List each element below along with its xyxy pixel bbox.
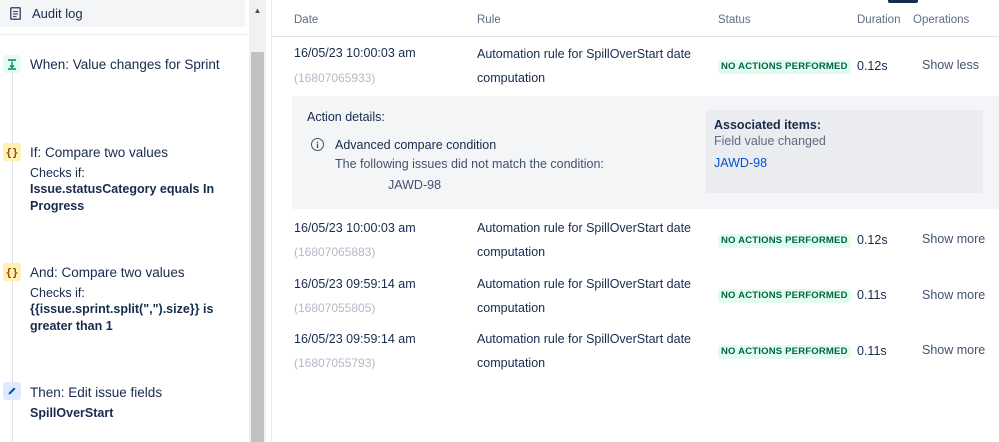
row-rule: Automation rule for SpillOverStart date … bbox=[477, 332, 691, 370]
action-title: Then: Edit issue fields bbox=[30, 385, 163, 400]
row-duration: 0.12s bbox=[857, 59, 888, 73]
header-status: Status bbox=[718, 14, 751, 26]
trigger-component[interactable]: When: Value changes for Sprint bbox=[0, 52, 247, 100]
scrollbar-thumb[interactable] bbox=[251, 52, 264, 442]
condition-1-title: If: Compare two values bbox=[30, 145, 169, 160]
condition-2-title: And: Compare two values bbox=[30, 265, 185, 280]
condition-name: Advanced compare condition bbox=[335, 138, 497, 152]
row-date: 16/05/23 09:59:14 am bbox=[294, 332, 416, 346]
row-date: 16/05/23 10:00:03 am bbox=[294, 221, 416, 235]
status-badge: NO ACTIONS PERFORMED bbox=[718, 234, 851, 248]
row-rule: Automation rule for SpillOverStart date … bbox=[477, 277, 691, 315]
audit-log-item[interactable]: Audit log bbox=[0, 0, 245, 27]
row-rule: Automation rule for SpillOverStart date … bbox=[477, 221, 691, 259]
row-id: (16807065883) bbox=[294, 245, 376, 259]
document-icon bbox=[8, 6, 22, 22]
condition-2-checks-label: Checks if: bbox=[30, 286, 85, 300]
action-details-title: Action details: bbox=[307, 110, 385, 124]
header-duration: Duration bbox=[857, 14, 901, 26]
rule-components-sidebar: Audit log When: Value changes for Sprint… bbox=[0, 0, 247, 442]
show-more-button[interactable]: Show more bbox=[922, 232, 985, 246]
condition-message: The following issues did not match the c… bbox=[335, 157, 604, 171]
action-component[interactable]: Then: Edit issue fields SpillOverStart bbox=[0, 380, 247, 430]
scroll-up-arrow-icon[interactable]: ▲ bbox=[249, 2, 266, 18]
audit-log-label: Audit log bbox=[32, 6, 83, 21]
row-duration: 0.12s bbox=[857, 233, 888, 247]
row-date: 16/05/23 10:00:03 am bbox=[294, 46, 416, 60]
info-icon: i bbox=[311, 138, 324, 151]
show-more-button[interactable]: Show more bbox=[922, 288, 985, 302]
condition-1-expression: Issue.statusCategory equals In Progress bbox=[30, 182, 215, 213]
row-date: 16/05/23 09:59:14 am bbox=[294, 277, 416, 291]
associated-items-box: Associated items: Field value changed JA… bbox=[706, 110, 983, 193]
unmatched-issue-key: JAWD-98 bbox=[388, 178, 442, 192]
condition-2-expression: {{issue.sprint.split(",").size}} is grea… bbox=[30, 302, 214, 333]
show-less-button[interactable]: Show less bbox=[922, 58, 979, 72]
sidebar-scrollbar[interactable]: ▲ bbox=[249, 0, 266, 442]
condition-component-1[interactable]: {} If: Compare two values Checks if: Iss… bbox=[0, 140, 247, 220]
row-duration: 0.11s bbox=[857, 344, 887, 358]
condition-1-checks-label: Checks if: bbox=[30, 166, 85, 180]
action-field: SpillOverStart bbox=[30, 406, 114, 420]
row-id: (16807055805) bbox=[294, 301, 376, 315]
header-operations: Operations bbox=[913, 14, 970, 26]
header-divider bbox=[272, 36, 999, 37]
header-rule: Rule bbox=[477, 14, 501, 26]
audit-log-table: Date Rule Status Duration Operations 16/… bbox=[272, 0, 999, 442]
status-badge: NO ACTIONS PERFORMED bbox=[718, 345, 851, 359]
associated-items-subtitle: Field value changed bbox=[714, 134, 826, 148]
status-badge: NO ACTIONS PERFORMED bbox=[718, 289, 851, 303]
condition-component-2[interactable]: {} And: Compare two values Checks if: {{… bbox=[0, 260, 247, 340]
associated-issue-link[interactable]: JAWD-98 bbox=[714, 156, 767, 170]
row-duration: 0.11s bbox=[857, 288, 887, 302]
braces-icon: {} bbox=[3, 263, 21, 281]
braces-icon: {} bbox=[3, 143, 21, 161]
row-id: (16807055793) bbox=[294, 356, 376, 370]
action-details-panel: Action details: i Advanced compare condi… bbox=[292, 96, 999, 209]
show-more-button[interactable]: Show more bbox=[922, 343, 985, 357]
associated-items-title: Associated items: bbox=[714, 118, 821, 132]
tab-indicator bbox=[888, 0, 918, 3]
pencil-icon bbox=[3, 382, 21, 400]
sidebar-divider bbox=[0, 34, 247, 35]
trigger-title: When: Value changes for Sprint bbox=[30, 57, 220, 72]
row-rule: Automation rule for SpillOverStart date … bbox=[477, 47, 691, 85]
row-id: (16807065933) bbox=[294, 71, 376, 85]
status-badge: NO ACTIONS PERFORMED bbox=[718, 60, 851, 74]
header-date: Date bbox=[294, 14, 319, 26]
trigger-icon bbox=[3, 55, 21, 73]
